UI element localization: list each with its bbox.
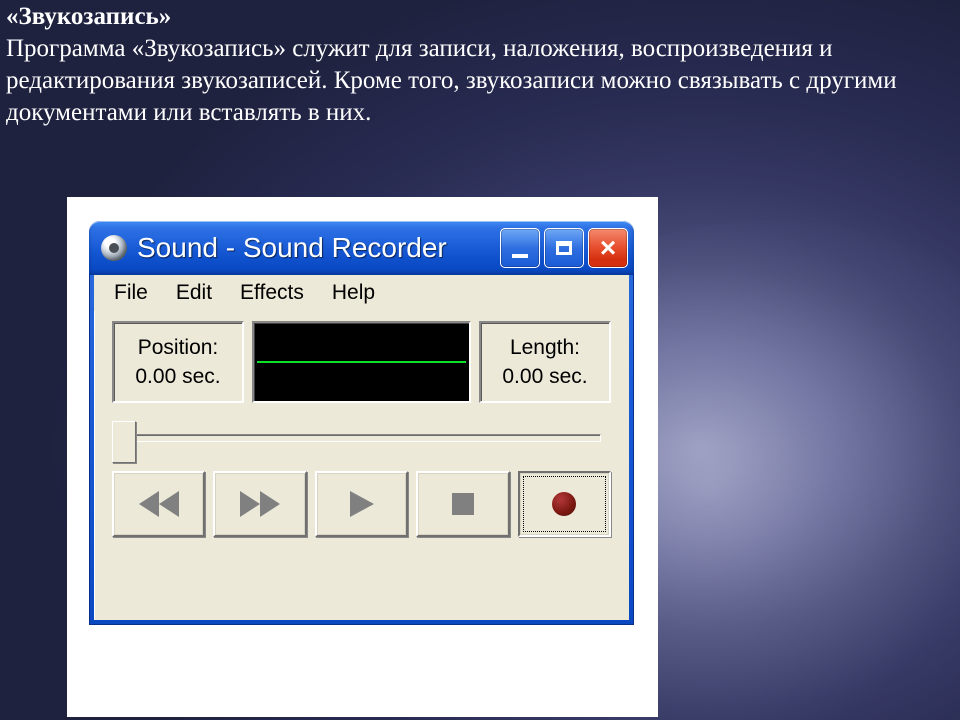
menu-file[interactable]: File [100,277,162,309]
menu-bar: File Edit Effects Help [94,275,629,311]
stop-button[interactable] [416,471,509,537]
slider-groove [122,434,601,442]
maximize-button[interactable] [544,228,584,268]
speaker-icon [101,235,127,261]
slider-row [94,407,629,463]
menu-help[interactable]: Help [318,277,389,309]
window-title: Sound - Sound Recorder [137,232,500,264]
play-icon [350,491,374,517]
close-button[interactable]: × [588,228,628,268]
position-label: Position: [138,333,219,362]
waveform-display [252,321,471,403]
record-icon [552,492,576,516]
slide-title: «Звукозапись» [6,3,171,30]
sound-recorder-window: Sound - Sound Recorder × File Edi [89,221,634,625]
forward-button[interactable] [213,471,306,537]
slider-thumb[interactable] [112,421,136,463]
slide-body: Программа «Звукозапись» служит для запис… [6,35,897,126]
maximize-icon [556,241,572,255]
slide-text-block: «Звукозапись» Программа «Звукозапись» сл… [6,1,940,129]
position-slider[interactable] [112,419,611,455]
minimize-icon [512,254,528,258]
length-value: 0.00 sec. [502,362,587,391]
rewind-button[interactable] [112,471,205,537]
stop-icon [452,493,474,515]
close-icon: × [600,234,616,262]
screenshot-container: Sound - Sound Recorder × File Edi [67,197,658,717]
menu-effects[interactable]: Effects [226,277,318,309]
position-box: Position: 0.00 sec. [112,321,244,403]
length-box: Length: 0.00 sec. [479,321,611,403]
play-button[interactable] [315,471,408,537]
rewind-icon [139,491,179,517]
slide-background: «Звукозапись» Программа «Звукозапись» сл… [0,0,960,720]
transport-controls [94,463,629,549]
minimize-button[interactable] [500,228,540,268]
display-row: Position: 0.00 sec. Length: 0.00 sec. [94,311,629,407]
menu-edit[interactable]: Edit [162,277,226,309]
position-value: 0.00 sec. [135,362,220,391]
length-label: Length: [510,333,580,362]
window-controls: × [500,228,628,268]
title-bar[interactable]: Sound - Sound Recorder × [89,221,634,275]
record-button[interactable] [518,471,611,537]
forward-icon [240,491,280,517]
client-area: File Edit Effects Help Position: 0.00 se… [94,275,629,620]
